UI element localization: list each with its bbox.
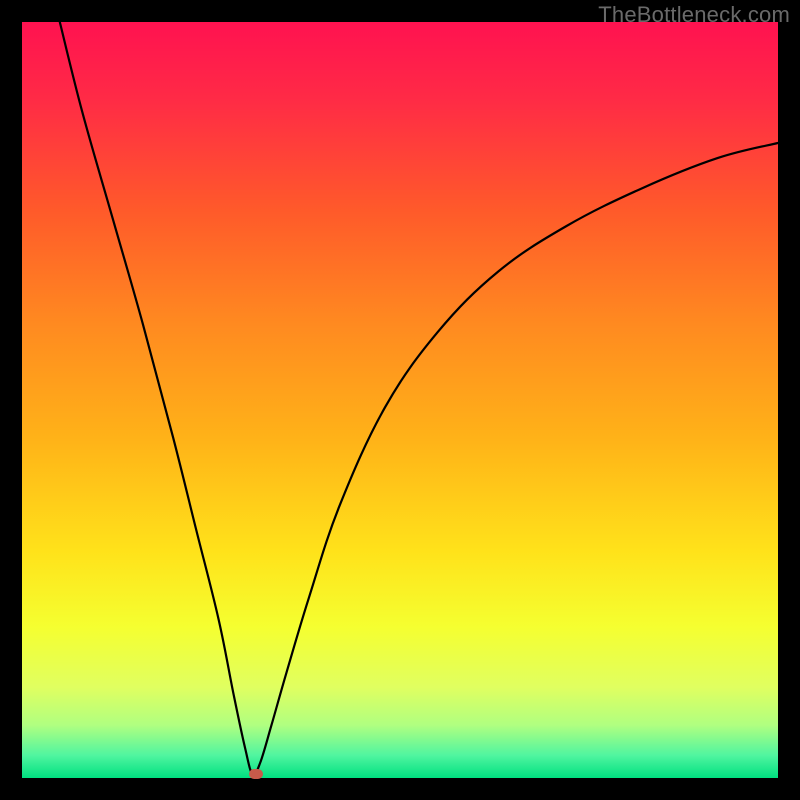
bottleneck-curve [22,22,778,778]
optimal-point-marker [249,769,263,779]
plot-area [22,22,778,778]
chart-frame: TheBottleneck.com [0,0,800,800]
